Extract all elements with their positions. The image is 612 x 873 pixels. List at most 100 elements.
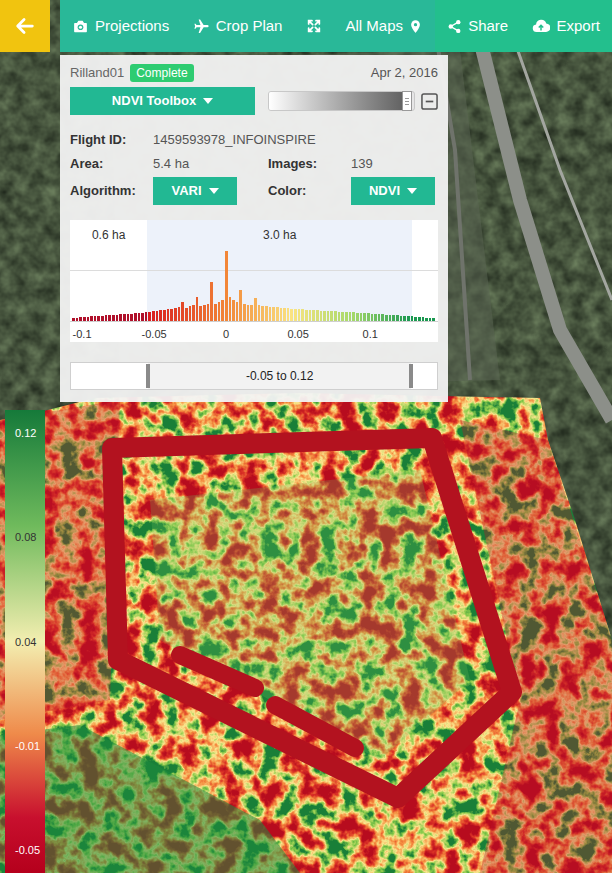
histogram-bar: [130, 314, 133, 321]
algorithm-dropdown[interactable]: VARI: [153, 177, 237, 205]
histogram-bar: [392, 315, 395, 321]
images-value: 139: [351, 154, 438, 174]
histogram-bar: [378, 314, 381, 321]
histogram-bar: [83, 317, 86, 321]
export-button[interactable]: Export: [532, 15, 599, 38]
histogram-bar: [148, 312, 151, 321]
histogram-bar: [349, 312, 352, 321]
export-label[interactable]: Export: [556, 15, 599, 38]
histogram-bar: [247, 305, 250, 321]
histogram-bar: [418, 317, 421, 321]
projections-label[interactable]: Projections: [95, 15, 169, 38]
map-panel: Rilland01 Complete Apr 2, 2016 NDVI Tool…: [60, 55, 448, 402]
toolbox-dropdown[interactable]: NDVI Toolbox: [70, 87, 255, 115]
caret-down-icon: [203, 98, 213, 104]
color-dropdown[interactable]: NDVI: [351, 177, 435, 205]
crop-plan-label[interactable]: Crop Plan: [216, 15, 283, 38]
algorithm-value[interactable]: VARI: [171, 181, 201, 201]
histogram-bar: [400, 316, 403, 321]
flight-id-label: Flight ID:: [70, 130, 153, 150]
axis-tick-label: 0: [223, 326, 229, 343]
histogram-bar: [283, 308, 286, 321]
histogram-bar: [225, 251, 228, 321]
histogram-bar: [210, 282, 213, 321]
below-range-area: 0.6 ha: [92, 226, 125, 244]
opacity-fill: [269, 92, 407, 110]
histogram-bar: [112, 315, 115, 321]
all-maps-label[interactable]: All Maps: [345, 15, 403, 38]
histogram-bar: [152, 311, 155, 321]
algorithm-label: Algorithm:: [70, 181, 153, 201]
histogram-bar: [170, 309, 173, 321]
histogram-bar: [272, 307, 275, 321]
share-label[interactable]: Share: [468, 15, 508, 38]
histogram-bar: [374, 314, 377, 321]
projections-button[interactable]: Projections: [72, 15, 169, 38]
plane-icon: [193, 18, 210, 35]
fullscreen-button[interactable]: [306, 18, 322, 34]
histogram-bar: [305, 310, 308, 321]
back-button[interactable]: [0, 0, 50, 52]
histogram-bar: [97, 316, 100, 321]
histogram-bar: [265, 306, 268, 321]
color-legend: 0.120.080.04-0.01-0.05: [5, 410, 45, 873]
caret-down-icon: [407, 188, 417, 194]
color-value[interactable]: NDVI: [369, 181, 400, 201]
axis-tick-label: 0.05: [287, 326, 308, 343]
expand-icon: [306, 18, 322, 34]
range-high-handle[interactable]: [409, 364, 413, 388]
histogram-bar: [280, 308, 283, 321]
histogram-axis: -0.1-0.0500.050.1: [72, 324, 435, 342]
histogram-bar: [327, 311, 330, 321]
histogram-bar: [79, 317, 82, 321]
caret-down-icon: [209, 188, 219, 194]
collapse-icon[interactable]: [421, 93, 438, 110]
toolbox-label[interactable]: NDVI Toolbox: [112, 91, 196, 111]
histogram-bar: [334, 311, 337, 321]
histogram-bar: [90, 316, 93, 321]
histogram-bar: [323, 311, 326, 321]
range-fill: -0.05 to 0.12: [148, 363, 412, 389]
histogram-bar: [356, 313, 359, 321]
camera-icon: [72, 18, 89, 35]
status-badge: Complete: [130, 64, 193, 82]
histogram-bar: [185, 308, 188, 321]
all-maps-button[interactable]: All Maps: [345, 15, 423, 38]
images-label: Images:: [268, 154, 351, 174]
histogram-bars: [72, 231, 435, 321]
histogram-bar: [425, 318, 428, 321]
toolbar: Projections Crop Plan All Maps Share Exp…: [0, 0, 612, 52]
back-arrow-icon: [14, 15, 36, 37]
histogram-bar: [196, 297, 199, 321]
histogram-bar: [352, 312, 355, 321]
color-label: Color:: [268, 181, 351, 201]
histogram-bar: [309, 310, 312, 321]
histogram-bar: [389, 315, 392, 321]
histogram-bar: [261, 306, 264, 321]
histogram-bar: [76, 318, 79, 321]
histogram-bar: [312, 310, 315, 321]
histogram-bar: [192, 305, 195, 321]
opacity-thumb[interactable]: [402, 91, 412, 111]
histogram-bar: [178, 307, 181, 321]
histogram-bar: [385, 315, 388, 321]
histogram-bar: [360, 313, 363, 321]
histogram-bar: [163, 310, 166, 321]
range-slider[interactable]: -0.05 to 0.12: [70, 362, 438, 390]
crop-plan-button[interactable]: Crop Plan: [193, 15, 283, 38]
opacity-slider[interactable]: [268, 91, 415, 111]
area-label: Area:: [70, 154, 153, 174]
histogram-bar: [287, 308, 290, 321]
histogram-bar: [119, 314, 122, 321]
histogram-bar: [94, 316, 97, 321]
histogram-bar: [298, 309, 301, 321]
legend-label: -0.05: [15, 843, 45, 857]
histogram-bar: [236, 302, 239, 321]
histogram-bar: [116, 315, 119, 321]
histogram-bar: [199, 306, 202, 321]
histogram-bar: [134, 313, 137, 321]
range-low-handle[interactable]: [146, 364, 150, 388]
histogram-bar: [250, 305, 253, 321]
histogram-bar: [396, 315, 399, 321]
share-button[interactable]: Share: [447, 15, 508, 38]
